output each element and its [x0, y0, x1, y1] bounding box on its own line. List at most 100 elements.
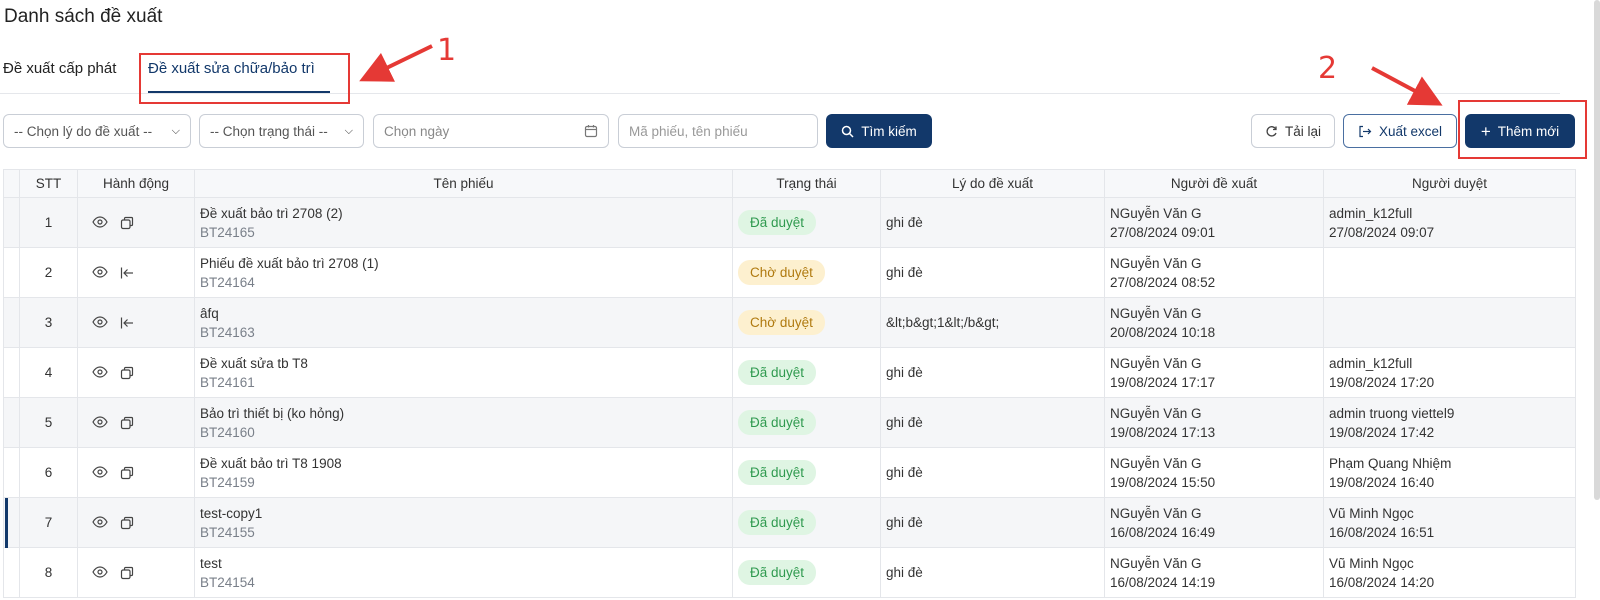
row-select-cell[interactable]: [3, 447, 20, 498]
row-name: Đề xuất bảo trì T8 1908: [200, 455, 342, 471]
row-reason: ghi đè: [880, 397, 1105, 448]
row-approver-cell: admin truong viettel9 19/08/2024 17:42: [1323, 397, 1576, 448]
table-header-row: STT Hành động Tên phiếu Trạng thái Lý do…: [3, 169, 1576, 198]
row-proposer: NGuyễn Văn G: [1110, 505, 1202, 521]
row-status-cell: Đã duyệt: [732, 497, 881, 548]
export-excel-button[interactable]: Xuất excel: [1343, 114, 1457, 148]
header-action: Hành động: [77, 169, 195, 198]
copy-icon[interactable]: [120, 516, 136, 530]
view-icon[interactable]: [92, 316, 108, 330]
row-select-cell[interactable]: [3, 397, 20, 448]
row-status-cell: Đã duyệt: [732, 547, 881, 598]
row-proposer-cell: NGuyễn Văn G 27/08/2024 09:01: [1104, 197, 1324, 248]
row-proposer-time: 16/08/2024 16:49: [1110, 524, 1216, 540]
search-input[interactable]: Mã phiếu, tên phiếu: [618, 114, 818, 148]
row-proposer: NGuyễn Văn G: [1110, 555, 1202, 571]
view-icon[interactable]: [92, 466, 108, 480]
table-row[interactable]: 7 test-copy1 BT24155 Đã duyệt ghi đè NGuyễn V…: [3, 497, 1576, 548]
row-select-cell[interactable]: [3, 197, 20, 248]
export-icon: [1359, 125, 1372, 137]
view-icon[interactable]: [92, 566, 108, 580]
row-select-cell[interactable]: [3, 347, 20, 398]
row-name-cell: Đề xuất bảo trì 2708 (2) BT24165: [194, 197, 733, 248]
header-reason: Lý do đề xuất: [880, 169, 1105, 198]
row-code: BT24164: [200, 274, 255, 290]
table-row[interactable]: 1 Đề xuất bảo trì 2708 (2) BT24165 Đã duyệt…: [3, 197, 1576, 248]
copy-icon[interactable]: [120, 466, 136, 480]
copy-icon[interactable]: [120, 216, 136, 230]
search-button[interactable]: Tìm kiếm: [826, 114, 932, 148]
row-name: Phiếu đề xuất bảo trì 2708 (1): [200, 255, 379, 271]
row-code: BT24163: [200, 324, 255, 340]
search-icon: [842, 125, 854, 138]
row-select-cell[interactable]: [3, 547, 20, 598]
status-badge: Chờ duyệt: [738, 310, 825, 335]
row-proposer-cell: NGuyễn Văn G 16/08/2024 14:19: [1104, 547, 1324, 598]
row-proposer-cell: NGuyễn Văn G 27/08/2024 08:52: [1104, 247, 1324, 298]
status-badge: Đã duyệt: [738, 210, 817, 235]
row-proposer-time: 27/08/2024 09:01: [1110, 224, 1216, 240]
view-icon[interactable]: [92, 216, 108, 230]
table-row[interactable]: 2 Phiếu đề xuất bảo trì 2708 (1) BT24164 Ch…: [3, 247, 1576, 298]
row-proposer-cell: NGuyễn Văn G 20/08/2024 10:18: [1104, 297, 1324, 348]
row-proposer-cell: NGuyễn Văn G 19/08/2024 15:50: [1104, 447, 1324, 498]
row-name-cell: test-copy1 BT24155: [194, 497, 733, 548]
row-stt: 6: [19, 447, 78, 498]
reload-button-label: Tải lại: [1284, 123, 1321, 139]
proposal-table: STT Hành động Tên phiếu Trạng thái Lý do…: [3, 169, 1576, 598]
row-name-cell: Đề xuất bảo trì T8 1908 BT24159: [194, 447, 733, 498]
row-proposer-time: 19/08/2024 17:13: [1110, 424, 1216, 440]
status-badge: Đã duyệt: [738, 360, 817, 385]
refresh-icon: [1266, 125, 1277, 137]
row-approver-cell: [1323, 297, 1576, 348]
row-stt: 7: [19, 497, 78, 548]
row-name-cell: Bảo trì thiết bị (ko hỏng) BT24160: [194, 397, 733, 448]
row-approver: admin_k12full: [1329, 205, 1413, 221]
row-approver: Phạm Quang Nhiệm: [1329, 455, 1452, 471]
status-select[interactable]: -- Chọn trạng thái -- ⌵: [199, 114, 364, 148]
chevron-down-icon: ⌵: [344, 124, 353, 137]
row-proposer-time: 19/08/2024 17:17: [1110, 374, 1216, 390]
table-row[interactable]: 5 Bảo trì thiết bị (ko hỏng) BT24160 Đã duy…: [3, 397, 1576, 448]
row-approver-cell: Vũ Minh Ngọc 16/08/2024 16:51: [1323, 497, 1576, 548]
view-icon[interactable]: [92, 416, 108, 430]
view-icon[interactable]: [92, 366, 108, 380]
table-row[interactable]: 8 test BT24154 Đã duyệt ghi đè NGuyễn Văn G 16…: [3, 547, 1576, 598]
submit-icon[interactable]: [120, 316, 136, 330]
view-icon[interactable]: [92, 516, 108, 530]
row-code: BT24155: [200, 524, 255, 540]
copy-icon[interactable]: [120, 366, 136, 380]
row-select-cell[interactable]: [3, 247, 20, 298]
copy-icon[interactable]: [120, 566, 136, 580]
row-name-cell: Phiếu đề xuất bảo trì 2708 (1) BT24164: [194, 247, 733, 298]
row-name: test: [200, 555, 222, 571]
tab-allocation-proposals[interactable]: Đề xuất cấp phát: [3, 60, 116, 77]
row-reason: ghi đè: [880, 347, 1105, 398]
reload-button[interactable]: Tải lại: [1251, 114, 1335, 148]
row-status-cell: Chờ duyệt: [732, 247, 881, 298]
copy-icon[interactable]: [120, 416, 136, 430]
table-row[interactable]: 4 Đề xuất sửa tb T8 BT24161 Đã duyệt ghi đè N…: [3, 347, 1576, 398]
row-proposer-cell: NGuyễn Văn G 16/08/2024 16:49: [1104, 497, 1324, 548]
row-approver: admin truong viettel9: [1329, 405, 1455, 421]
row-name-cell: âfq BT24163: [194, 297, 733, 348]
date-picker-input[interactable]: Chọn ngày: [373, 114, 609, 148]
page-scrollbar[interactable]: [1594, 0, 1600, 500]
row-reason: &lt;b&gt;1&lt;/b&gt;: [880, 297, 1105, 348]
row-code: BT24160: [200, 424, 255, 440]
row-actions: [77, 547, 195, 598]
status-badge: Đã duyệt: [738, 560, 817, 585]
table-row[interactable]: 6 Đề xuất bảo trì T8 1908 BT24159 Đã duyệt g…: [3, 447, 1576, 498]
row-actions: [77, 247, 195, 298]
submit-icon[interactable]: [120, 266, 136, 280]
row-actions: [77, 397, 195, 448]
table-row[interactable]: 3 âfq BT24163 Chờ duyệt &lt;b&gt;1&lt;/b&gt;…: [3, 297, 1576, 348]
header-approver: Người duyệt: [1323, 169, 1576, 198]
row-select-cell[interactable]: [3, 297, 20, 348]
row-proposer-time: 27/08/2024 08:52: [1110, 274, 1216, 290]
reason-select[interactable]: -- Chọn lý do đề xuất -- ⌵: [3, 114, 191, 148]
view-icon[interactable]: [92, 266, 108, 280]
status-select-value: -- Chọn trạng thái --: [210, 123, 328, 139]
annotation-box-add-button: [1458, 100, 1587, 159]
row-approver-time: 19/08/2024 16:40: [1329, 474, 1435, 490]
